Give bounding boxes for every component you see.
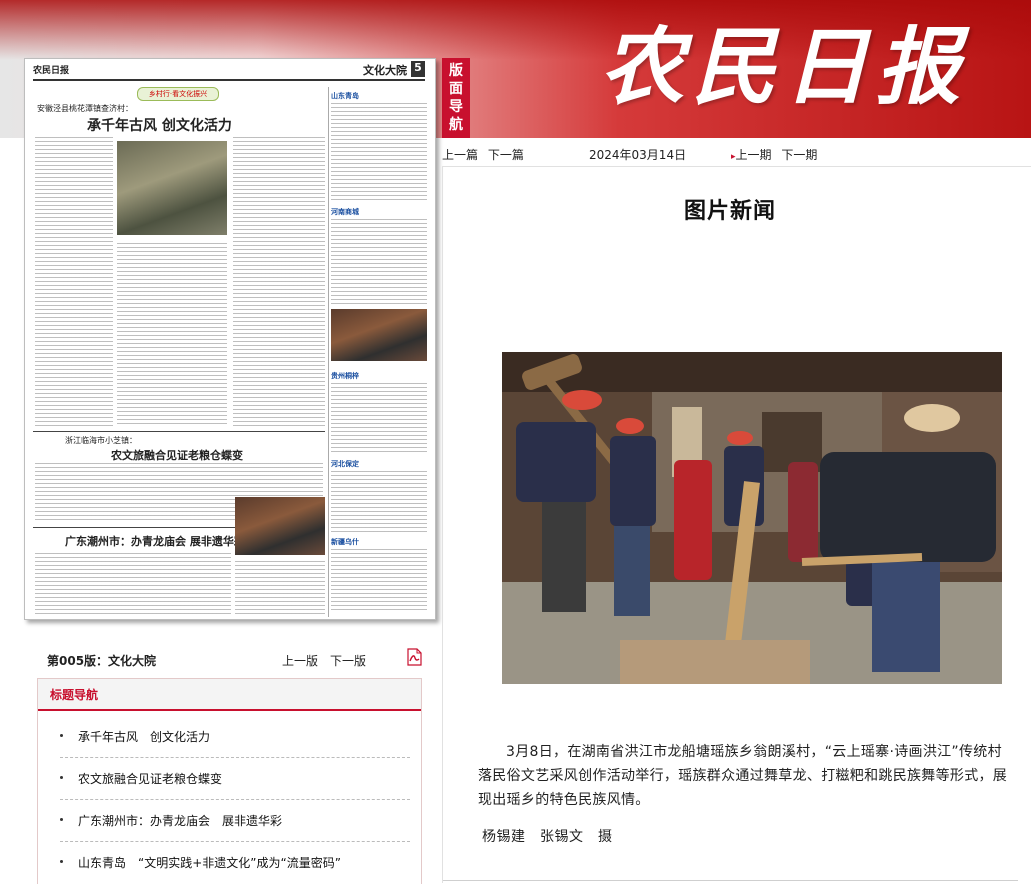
- column-divider: [442, 166, 443, 883]
- headline-nav-item[interactable]: 山东青岛 “文明实践+非遗文化”成为“流量密码”: [60, 845, 410, 883]
- text-column: [331, 103, 427, 203]
- headline-nav-item-label[interactable]: 农文旅融合见证老粮仓蝶变: [78, 770, 222, 787]
- headline-nav-title: 标题导航: [50, 688, 99, 702]
- text-column: [331, 549, 427, 613]
- side-story5-title[interactable]: 新疆乌什: [331, 537, 359, 547]
- prev-page-link[interactable]: 上一版: [282, 652, 318, 669]
- side-story2-photo: [331, 309, 427, 361]
- article-nav: 上一篇 下一篇: [442, 146, 524, 163]
- column-divider: [328, 87, 329, 617]
- story-divider: [33, 431, 325, 432]
- newspaper-logo: 农民日报: [600, 17, 969, 116]
- page-thumbnail[interactable]: 农民日报 文化大院 5 乡村行·看文化振兴 安徽泾县桃花潭镇查济村： 承千年古风…: [24, 58, 436, 620]
- bullet-icon: [60, 860, 63, 863]
- footer-divider: [443, 880, 1018, 881]
- side-story1-title[interactable]: 山东青岛: [331, 91, 359, 101]
- article-title: 图片新闻: [684, 199, 777, 224]
- bullet-icon: [60, 734, 63, 737]
- text-column: [331, 219, 427, 305]
- thumbnail-badge: 乡村行·看文化振兴: [137, 87, 219, 101]
- story2-title[interactable]: 农文旅融合见证老粮仓蝶变: [111, 447, 243, 463]
- story3-title[interactable]: 广东潮州市：办青龙庙会 展非遗华彩: [65, 533, 245, 549]
- header-divider: [442, 166, 1031, 167]
- headline-nav-item-label[interactable]: 承千年古风 创文化活力: [78, 728, 210, 745]
- thumbnail-page-number: 5: [411, 61, 425, 77]
- headline-nav-item[interactable]: 农文旅融合见证老粮仓蝶变: [60, 761, 410, 800]
- side-story2-title[interactable]: 河南商城: [331, 207, 359, 217]
- text-column: [331, 383, 427, 455]
- side-story3-title[interactable]: 贵州桐梓: [331, 371, 359, 381]
- text-column: [35, 137, 113, 427]
- issue-date: 2024年03月14日: [589, 148, 687, 162]
- prev-issue-link[interactable]: 上一期: [736, 148, 772, 162]
- story2-kicker: 浙江临海市小芝镇：: [65, 436, 137, 445]
- headline-nav-item-label[interactable]: 山东青岛 “文明实践+非遗文化”成为“流量密码”: [78, 854, 341, 871]
- headline-nav-header: 标题导航: [38, 679, 421, 711]
- next-article-link[interactable]: 下一篇: [488, 148, 524, 162]
- page-label: 第005版：文化大院: [47, 654, 157, 668]
- article-photo: [502, 352, 1002, 684]
- pdf-icon[interactable]: [406, 648, 422, 666]
- text-column: [233, 137, 325, 427]
- story3-photo: [235, 497, 325, 555]
- text-column: [35, 553, 231, 615]
- bullet-icon: [60, 818, 63, 821]
- story1-kicker: 安徽泾县桃花潭镇查济村：: [37, 104, 133, 113]
- next-issue-link[interactable]: 下一期: [781, 148, 817, 162]
- story1-title[interactable]: 承千年古风 创文化活力: [87, 115, 232, 135]
- issue-nav: ▸上一期 下一期: [731, 146, 817, 163]
- text-column: [117, 243, 227, 427]
- text-column: [331, 471, 427, 535]
- headline-nav-item[interactable]: 广东潮州市：办青龙庙会 展非遗华彩: [60, 803, 410, 842]
- photo-illustration: [502, 352, 1002, 684]
- thumbnail-masthead: 农民日报: [33, 66, 70, 76]
- bullet-icon: [60, 776, 63, 779]
- article-credit: 杨锡建 张锡文 摄: [482, 829, 613, 845]
- article-body: 3月8日，在湖南省洪江市龙船塘瑶族乡翁朗溪村，“云上瑶寨·诗画洪江”传统村落民俗…: [478, 744, 1008, 808]
- next-page-link[interactable]: 下一版: [330, 652, 366, 669]
- text-column: [235, 561, 325, 615]
- thumbnail-header: 农民日报 文化大院 5: [33, 61, 425, 81]
- headline-nav: 标题导航 承千年古风 创文化活力 农文旅融合见证老粮仓蝶变 广东潮州市：办青龙庙…: [37, 678, 422, 884]
- side-story4-title[interactable]: 河北保定: [331, 459, 359, 469]
- section-guide-label[interactable]: 版面导航: [442, 58, 470, 138]
- thumbnail-section: 文化大院: [363, 64, 407, 77]
- headline-nav-item[interactable]: 承千年古风 创文化活力: [60, 719, 410, 758]
- prev-article-link[interactable]: 上一篇: [442, 148, 478, 162]
- headline-nav-item-label[interactable]: 广东潮州市：办青龙庙会 展非遗华彩: [78, 812, 282, 829]
- story1-photo: [117, 141, 227, 235]
